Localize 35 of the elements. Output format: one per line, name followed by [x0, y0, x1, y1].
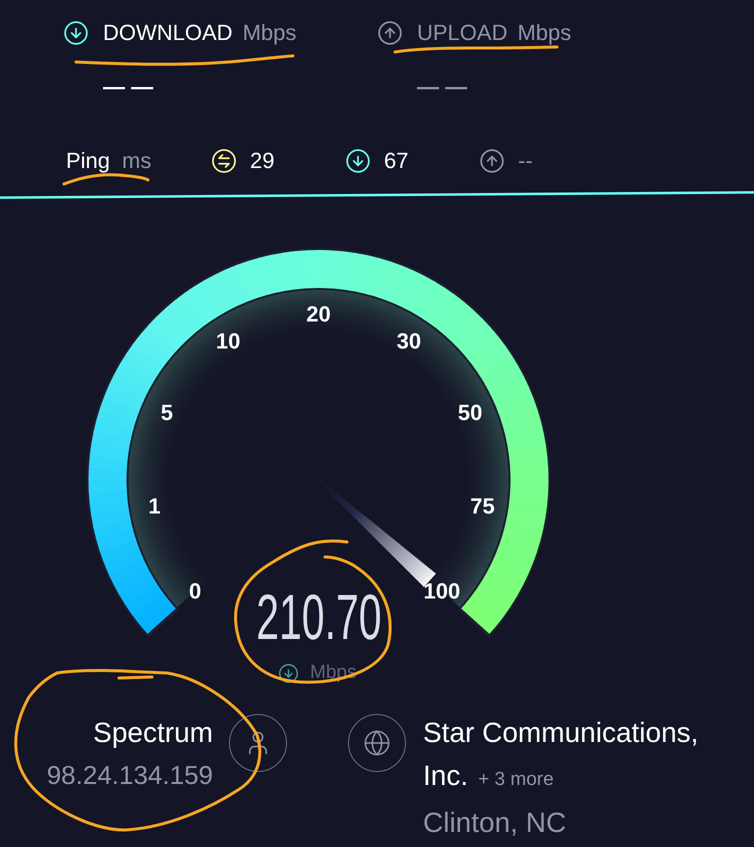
- arrow-up-circle-icon: [377, 20, 403, 46]
- result-value: — —: [417, 74, 468, 100]
- ping-label: Ping: [66, 148, 110, 174]
- unit-label: ms: [122, 148, 152, 174]
- gauge-tick-label: 75: [470, 493, 495, 518]
- user-icon: [229, 714, 287, 772]
- ping-value: 67: [384, 148, 408, 174]
- globe-icon: [348, 714, 406, 772]
- server-name: Star Communications,: [423, 716, 698, 750]
- test-label: DOWNLOAD: [103, 20, 233, 46]
- gauge-tick-label: 50: [458, 400, 482, 425]
- arrow-up-circle-icon: [479, 148, 505, 174]
- ping-value: --: [518, 148, 533, 174]
- ip-address: 98.24.134.159: [46, 759, 213, 792]
- gauge-tick-label: 100: [424, 578, 460, 604]
- gauge-tick-label: 10: [216, 328, 240, 354]
- ping-value: 29: [250, 148, 274, 174]
- arrow-down-circle-icon: [345, 148, 371, 174]
- server-name: Inc.: [423, 759, 468, 793]
- gauge-tick-label: 5: [160, 400, 173, 425]
- speed-value: 210.70: [256, 585, 382, 649]
- server-location: Clinton, NC: [423, 806, 566, 840]
- gauge-tick-label: 20: [306, 302, 331, 326]
- opposite-arrows-circle-icon: [211, 148, 237, 174]
- gauge-tick-label: 0: [189, 578, 202, 604]
- gauge-tick-label: 1: [148, 493, 161, 518]
- unit-label: Mbps: [517, 20, 572, 46]
- arrow-down-circle-icon: [63, 20, 89, 46]
- arrow-down-circle-icon: [278, 662, 299, 684]
- unit-label: Mbps: [242, 20, 296, 46]
- more-count: + 3 more: [478, 768, 554, 792]
- provider-name: Spectrum: [93, 716, 213, 750]
- gauge-tick-label: 30: [396, 328, 422, 354]
- result-value: — —: [103, 74, 154, 100]
- test-label: UPLOAD: [417, 20, 508, 46]
